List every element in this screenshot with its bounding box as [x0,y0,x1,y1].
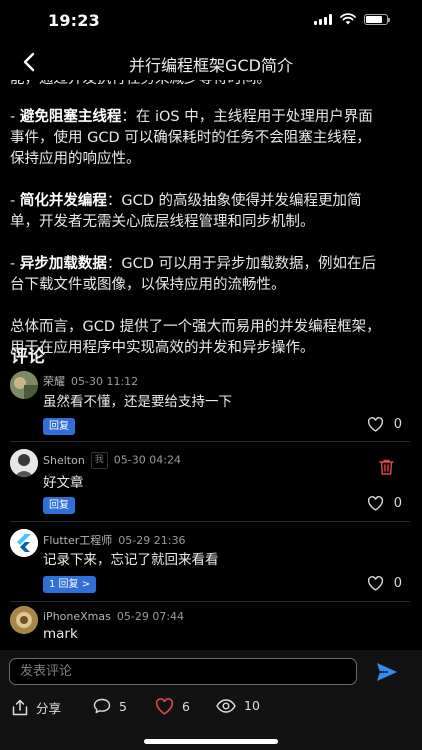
summary-line2: 用于在应用程序中实现高效的并发和异步操作。 [10,340,315,356]
comment-author[interactable]: Flutter工程师 [43,534,112,547]
wifi-icon [340,13,356,25]
comment-meta: Shelton 我 05-30 04:24 [43,452,181,469]
bullet-2-line2: 单，开发者无需关心底层线程管理和同步机制。 [10,214,315,230]
share-icon [12,699,28,716]
comments-heading: 评论 [11,347,45,367]
bullet-2-title: 简化并发编程 [19,193,107,209]
bullet-1-line2: 事件，使用 GCD 可以确保耗时的任务不会阻塞主线程， [10,130,371,146]
reply-button[interactable]: 回复 [43,497,75,514]
status-time: 19:23 [48,11,100,30]
heart-icon [155,698,174,715]
divider [10,441,410,442]
nav-bar: 并行编程框架GCD简介 [0,44,422,80]
like-count: 0 [393,496,402,511]
divider [10,601,410,602]
comment-input-bar [0,650,422,694]
self-tag: 我 [90,452,108,469]
comment-time: 05-30 11:12 [71,375,139,388]
like-count: 0 [393,417,402,432]
bullet-1-line1: ：在 iOS 中，主线程用于处理用户界面 [121,109,373,125]
article-body: 能，通过并发执行任务来减少等待时间。 - 避免阻塞主线程：在 iOS 中，主线程… [10,74,410,359]
divider [10,521,410,522]
comment-time: 05-29 07:44 [116,610,185,623]
comment-time: 05-29 21:36 [118,534,186,547]
like-button[interactable]: 0 [367,576,402,591]
comments-count: 5 [119,698,127,714]
heart-icon [367,496,383,511]
bullet-3: - 异步加载数据：GCD 可以用于异步加载数据，例如在后 [10,256,376,272]
send-icon[interactable] [376,662,398,682]
comments-button[interactable]: 5 [93,698,127,714]
comment-meta: 荣耀 05-30 11:12 [43,373,138,389]
share-button[interactable]: 分享 [12,698,61,717]
like-button[interactable]: 0 [367,417,402,432]
home-indicator [144,739,278,744]
comment-text: 好文章 [43,475,84,491]
bullet-3-title: 异步加载数据 [19,256,107,272]
comment-meta: Flutter工程师 05-29 21:36 [43,532,185,548]
eye-icon [216,698,236,713]
summary-line1: 总体而言，GCD 提供了一个强大而易用的并发编程框架， [10,319,381,335]
heart-icon [367,417,383,432]
reply-button[interactable]: 1 回复 > [43,576,97,593]
comment-text: 记录下来，忘记了就回来看看 [43,552,219,568]
views-indicator: 10 [216,698,260,713]
bullet-1-title: 避免阻塞主线程 [19,109,122,125]
like-count: 0 [393,576,402,591]
bullet-1-line3: 保持应用的响应性。 [10,151,141,167]
like-button[interactable]: 0 [367,496,402,511]
comment-text: mark [43,626,78,642]
status-bar: 19:23 [0,0,422,44]
avatar[interactable] [10,449,38,477]
bullet-2-line1: ：GCD 的高级抽象使得并发编程更加简 [106,193,362,209]
comment-bubble-icon [93,698,111,714]
likes-count: 6 [182,699,190,714]
bullet-1: - 避免阻塞主线程：在 iOS 中，主线程用于处理用户界面 [10,109,373,125]
comment-text: 虽然看不懂，还是要给支持一下 [43,394,232,410]
avatar[interactable] [10,529,38,557]
comment-author[interactable]: Shelton [43,454,85,467]
bullet-3-line1: ：GCD 可以用于异步加载数据，例如在后 [106,256,376,272]
status-icons [314,13,390,25]
comment-input[interactable] [9,658,357,685]
page-title: 并行编程框架GCD简介 [129,56,293,75]
reply-button[interactable]: 回复 [43,418,75,435]
bullet-2: - 简化并发编程：GCD 的高级抽象使得并发编程更加简 [10,193,362,209]
avatar[interactable] [10,371,38,399]
bullet-3-line2: 台下载文件或图像，以保持应用的流畅性。 [10,277,286,293]
comment-author[interactable]: iPhoneXmas [43,610,111,623]
comment-time: 05-30 04:24 [113,453,181,467]
battery-icon [364,13,390,25]
share-label: 分享 [36,701,62,716]
trash-icon[interactable] [379,459,394,475]
like-post-button[interactable]: 6 [155,698,190,715]
comment-author[interactable]: 荣耀 [43,375,65,388]
comment-meta: iPhoneXmas 05-29 07:44 [43,610,184,623]
signal-icon [314,13,332,25]
avatar[interactable] [10,606,38,634]
heart-icon [367,576,383,591]
views-count: 10 [244,698,260,713]
